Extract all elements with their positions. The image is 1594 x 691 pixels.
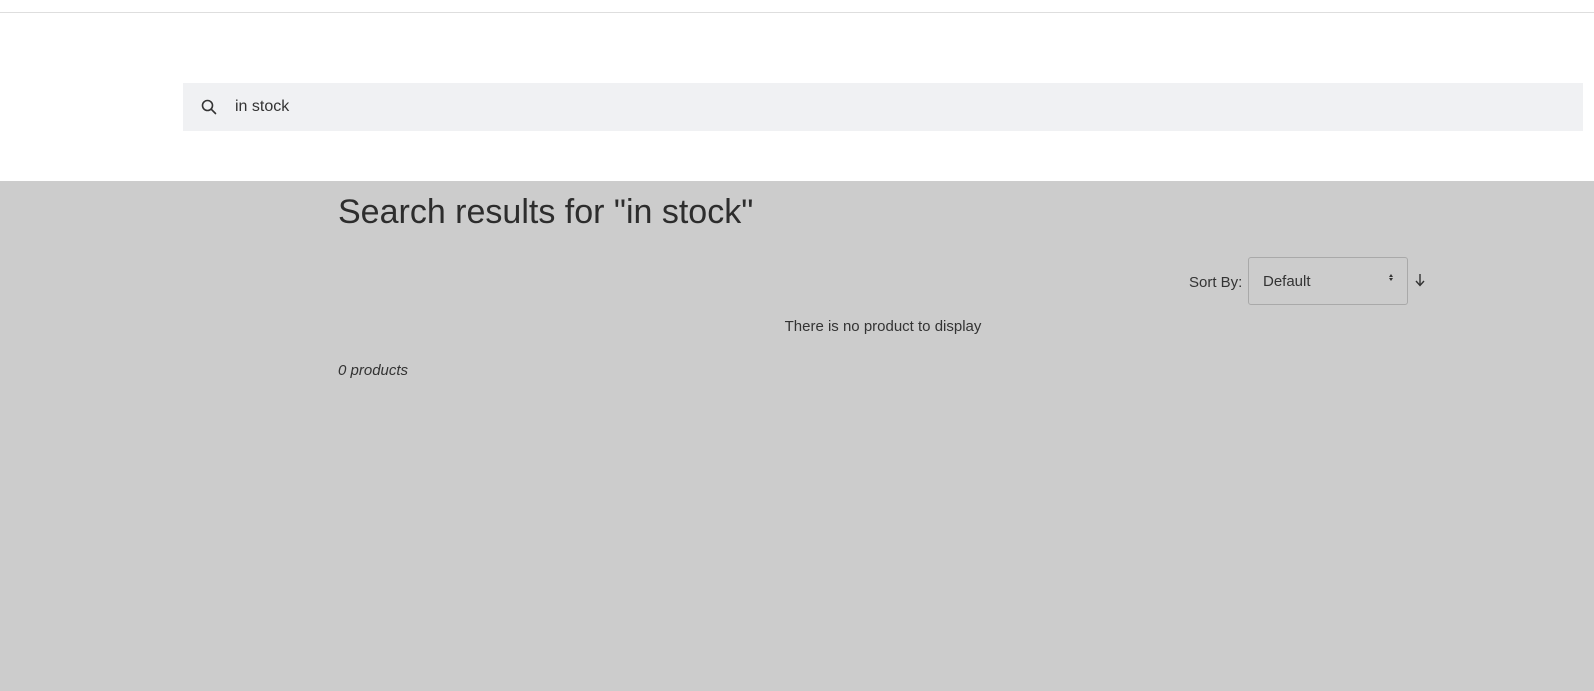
- sort-selected-value: Default: [1263, 272, 1311, 290]
- search-icon[interactable]: [191, 99, 227, 115]
- search-input[interactable]: [235, 87, 1535, 127]
- page-title: Search results for "in stock": [338, 193, 754, 231]
- empty-results-message: There is no product to display: [784, 318, 982, 335]
- product-count: 0 products: [338, 362, 409, 379]
- sort-label: Sort By:: [1189, 274, 1243, 291]
- results-area: Search results for "in stock" Sort By: D…: [0, 181, 1594, 691]
- arrow-down-icon[interactable]: [1412, 271, 1428, 289]
- search-bar[interactable]: [183, 83, 1583, 131]
- top-border: [0, 0, 1594, 13]
- sort-select[interactable]: Default: [1248, 257, 1408, 305]
- select-arrows-icon: [1389, 274, 1393, 281]
- search-panel: [0, 13, 1594, 181]
